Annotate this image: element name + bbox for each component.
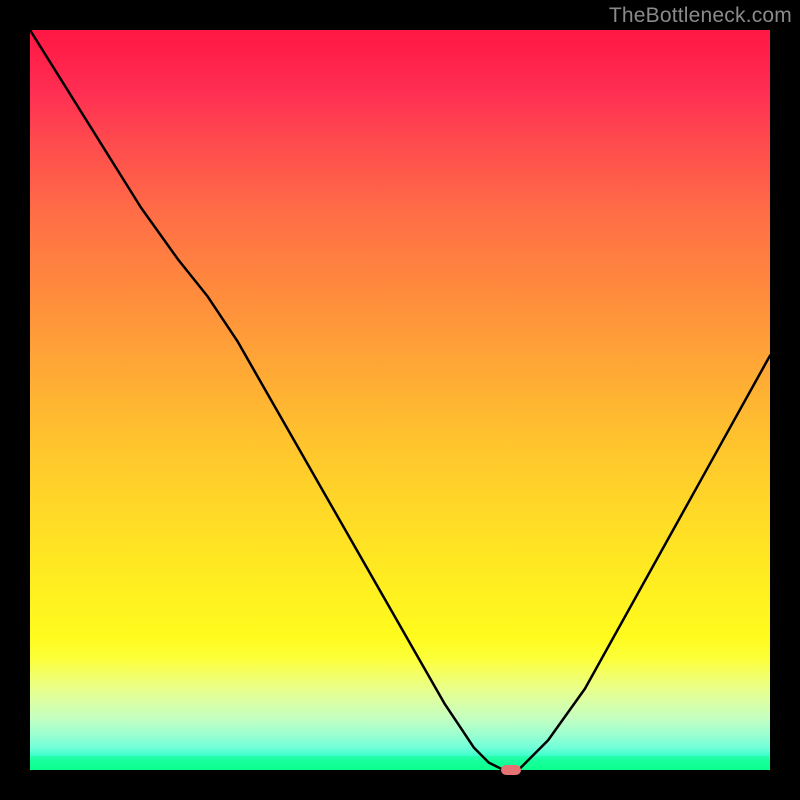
plot-area: [30, 30, 770, 770]
bottleneck-curve: [30, 30, 770, 770]
chart-container: TheBottleneck.com: [0, 0, 800, 800]
watermark-text: TheBottleneck.com: [609, 4, 792, 28]
curve-layer: [30, 30, 770, 770]
optimal-marker: [501, 765, 521, 775]
